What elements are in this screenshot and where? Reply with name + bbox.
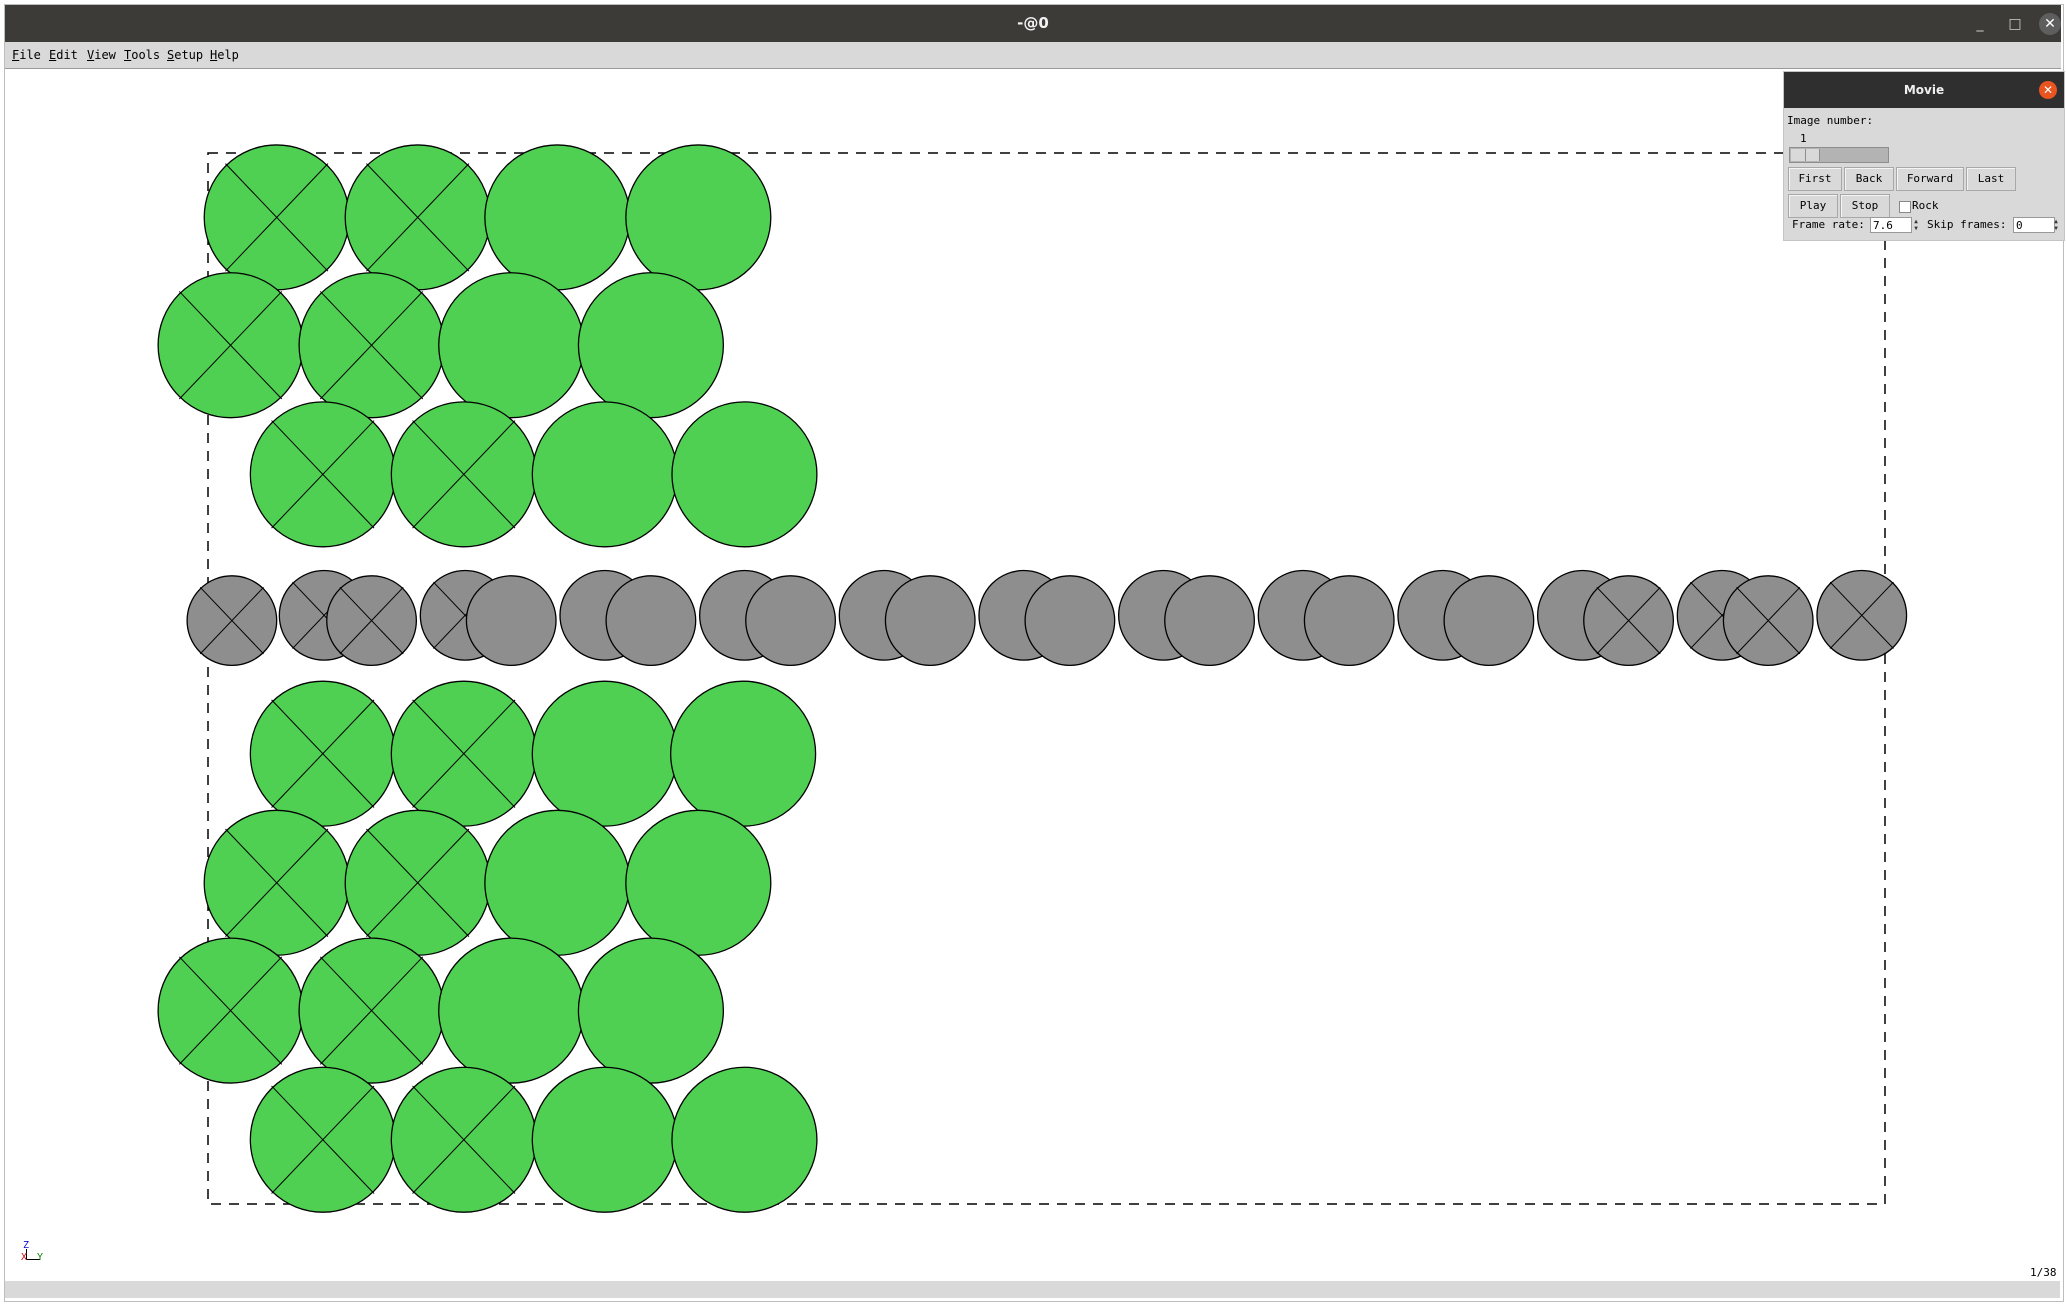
green-particle bbox=[671, 401, 818, 548]
green-particle-body bbox=[484, 809, 631, 956]
gray-particle-body bbox=[745, 575, 837, 667]
green-particle bbox=[438, 937, 585, 1084]
axis-y-label: Y bbox=[37, 1252, 44, 1263]
stop-button[interactable]: Stop bbox=[1840, 194, 1890, 218]
skip-frames-label: Skip frames: bbox=[1927, 218, 2007, 231]
green-particle-body bbox=[438, 937, 585, 1084]
gray-particle bbox=[326, 575, 418, 667]
gray-particle bbox=[1024, 575, 1116, 667]
green-particle-body bbox=[531, 401, 678, 548]
frame-rate-label: Frame rate: bbox=[1792, 218, 1865, 231]
gray-particle bbox=[1443, 575, 1535, 667]
green-particle bbox=[484, 809, 631, 956]
image-number-label: Image number: bbox=[1787, 114, 1874, 127]
gray-particle-body bbox=[1164, 575, 1256, 667]
green-particle bbox=[157, 937, 304, 1084]
green-particle bbox=[249, 1066, 396, 1213]
gray-particle-body bbox=[1303, 575, 1395, 667]
green-particle-body bbox=[671, 401, 818, 548]
green-particle-body bbox=[671, 1066, 818, 1213]
green-particle-body bbox=[577, 937, 725, 1084]
rock-label: Rock bbox=[1912, 199, 1939, 212]
gray-particle-body bbox=[1443, 575, 1535, 667]
green-particle-body bbox=[484, 144, 631, 291]
frame-rate-input[interactable]: 7.6 bbox=[1870, 217, 1912, 233]
play-button[interactable]: Play bbox=[1788, 194, 1838, 218]
movie-panel: Movie ✕ Image number: 1 First Back Forwa… bbox=[1783, 71, 2065, 241]
gray-particle bbox=[1164, 575, 1256, 667]
green-particle bbox=[344, 144, 491, 291]
green-particle bbox=[531, 401, 678, 548]
gray-particle bbox=[1722, 575, 1814, 667]
gray-particle bbox=[884, 575, 976, 667]
green-particle bbox=[625, 809, 772, 956]
gray-particle-body bbox=[605, 575, 697, 667]
first-button[interactable]: First bbox=[1788, 167, 1842, 191]
green-particle-body bbox=[531, 1066, 678, 1213]
green-particle bbox=[249, 401, 396, 548]
particles-group bbox=[157, 144, 1908, 1213]
green-particle bbox=[344, 809, 491, 956]
green-particle bbox=[625, 144, 772, 291]
gray-particle bbox=[186, 575, 278, 667]
axis-triad: Z X Y bbox=[20, 1240, 50, 1270]
frame-counter: 1/38 bbox=[2030, 1266, 2057, 1279]
status-bar bbox=[5, 1281, 2060, 1298]
slider-thumb[interactable] bbox=[1791, 149, 1820, 161]
gray-particle bbox=[1303, 575, 1395, 667]
green-particle-body bbox=[531, 680, 678, 827]
green-particle bbox=[438, 272, 585, 419]
green-particle-body bbox=[625, 809, 772, 956]
gray-particle bbox=[465, 575, 557, 667]
green-particle bbox=[390, 401, 537, 548]
green-particle bbox=[249, 680, 396, 827]
green-particle bbox=[531, 1066, 678, 1213]
rock-checkbox[interactable] bbox=[1899, 201, 1911, 213]
green-particle bbox=[577, 272, 725, 419]
gray-particle-body bbox=[884, 575, 976, 667]
green-particle bbox=[577, 937, 725, 1084]
green-particle bbox=[531, 680, 678, 827]
green-particle bbox=[671, 1066, 818, 1213]
green-particle bbox=[390, 1066, 537, 1213]
gray-particle bbox=[605, 575, 697, 667]
green-particle bbox=[203, 144, 350, 291]
gray-particle-body bbox=[465, 575, 557, 667]
back-button[interactable]: Back bbox=[1844, 167, 1894, 191]
gray-particle bbox=[745, 575, 837, 667]
gray-particle-body bbox=[1024, 575, 1116, 667]
movie-panel-title[interactable]: Movie bbox=[1784, 72, 2064, 108]
green-particle-body bbox=[438, 272, 585, 419]
image-number-value: 1 bbox=[1800, 132, 1807, 145]
green-particle-body bbox=[625, 144, 772, 291]
frame-rate-spinner-icon[interactable]: ▲ ▼ bbox=[1912, 218, 1920, 232]
particle-scene[interactable] bbox=[0, 0, 2066, 1304]
green-particle bbox=[484, 144, 631, 291]
green-particle bbox=[670, 680, 817, 827]
axis-x-label: X bbox=[21, 1252, 28, 1263]
green-particle bbox=[203, 809, 350, 956]
skip-frames-input[interactable]: 0 bbox=[2013, 217, 2055, 233]
green-particle bbox=[157, 272, 304, 419]
green-particle bbox=[390, 680, 537, 827]
green-particle bbox=[298, 272, 445, 419]
gray-particle bbox=[1816, 569, 1908, 661]
movie-close-icon[interactable]: ✕ bbox=[2039, 81, 2057, 99]
forward-button[interactable]: Forward bbox=[1896, 167, 1964, 191]
last-button[interactable]: Last bbox=[1966, 167, 2016, 191]
image-number-slider[interactable] bbox=[1789, 147, 1889, 163]
skip-frames-spinner-icon[interactable]: ▲ ▼ bbox=[2052, 218, 2060, 232]
green-particle-body bbox=[577, 272, 725, 419]
gray-particle bbox=[1583, 575, 1675, 667]
green-particle-body bbox=[670, 680, 817, 827]
green-particle bbox=[298, 937, 445, 1084]
